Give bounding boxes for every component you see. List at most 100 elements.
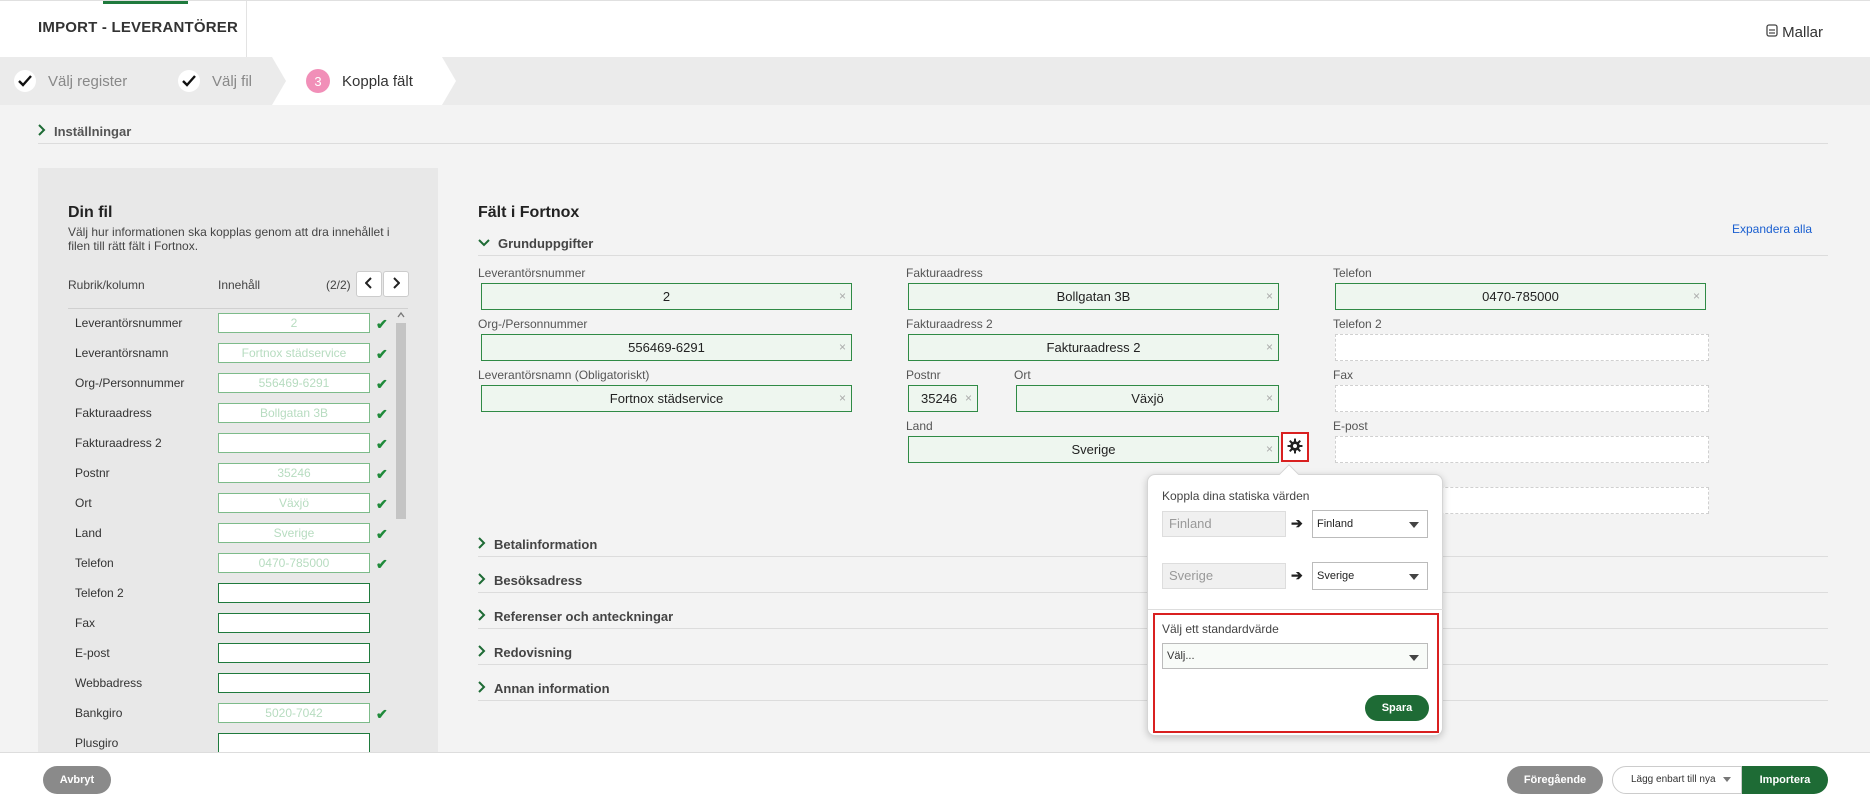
previous-button[interactable]: Föregående — [1507, 766, 1603, 794]
previous-page-button[interactable] — [356, 271, 382, 297]
file-column-row[interactable]: Leverantörsnamn Fortnox städservice ✔ — [68, 339, 398, 369]
city-field[interactable]: Växjö × — [1016, 385, 1279, 412]
postal-code-field[interactable]: 35246 × — [908, 385, 978, 412]
page-title: IMPORT - LEVERANTÖRER — [38, 19, 239, 36]
invoice-address-field[interactable]: Bollgatan 3B × — [908, 283, 1279, 310]
clear-icon[interactable]: × — [1266, 437, 1273, 462]
file-column-row[interactable]: Land Sverige ✔ — [68, 519, 398, 549]
file-column-row[interactable]: Fax — [68, 609, 398, 639]
file-column-row[interactable]: Ort Växjö ✔ — [68, 489, 398, 519]
import-button[interactable]: Importera — [1742, 766, 1828, 794]
column-content-chip[interactable]: 35246 — [218, 463, 370, 483]
column-name: Fax — [75, 616, 96, 630]
import-mode-select[interactable]: Lägg enbart till nya — [1612, 766, 1742, 794]
column-name: Bankgiro — [75, 706, 123, 720]
mapped-check-icon: ✔ — [376, 316, 388, 332]
section-label: Besöksadress — [494, 573, 583, 588]
scroll-up-icon[interactable] — [396, 311, 406, 319]
clear-icon[interactable]: × — [1266, 284, 1273, 309]
clear-icon[interactable]: × — [1693, 284, 1700, 309]
file-column-row[interactable]: Fakturaadress Bollgatan 3B ✔ — [68, 399, 398, 429]
invoice-address2-field[interactable]: Fakturaadress 2 × — [908, 334, 1279, 361]
clear-icon[interactable]: × — [839, 335, 846, 360]
popover-arrow — [1279, 464, 1299, 484]
static-source-value: Sverige — [1162, 563, 1286, 589]
file-column-row[interactable]: Org-/Personnummer 556469-6291 ✔ — [68, 369, 398, 399]
column-content-chip[interactable] — [218, 433, 370, 453]
caret-down-icon — [1723, 777, 1731, 782]
your-file-description: Välj hur informationen ska kopplas genom… — [68, 225, 390, 253]
file-column-row[interactable]: Webbadress — [68, 669, 398, 699]
clear-icon[interactable]: × — [839, 386, 846, 411]
your-file-panel: Din fil Välj hur informationen ska koppl… — [38, 168, 438, 758]
section-label: Redovisning — [494, 645, 573, 660]
step-number-badge: 3 — [306, 69, 330, 93]
field-label-supplier-number: Leverantörsnummer — [478, 266, 586, 280]
clear-icon[interactable]: × — [1266, 335, 1273, 360]
field-label-phone: Telefon — [1333, 266, 1372, 280]
clear-icon[interactable]: × — [965, 386, 972, 411]
step-map-fields[interactable]: 3 Koppla fält — [272, 57, 456, 105]
fortnox-fields-title: Fält i Fortnox — [478, 204, 580, 221]
default-value-select[interactable]: Välj... — [1162, 643, 1428, 669]
column-content-chip[interactable] — [218, 643, 370, 663]
column-content-chip[interactable]: 2 — [218, 313, 370, 333]
column-content-chip[interactable] — [218, 733, 370, 753]
mapped-check-icon: ✔ — [376, 556, 388, 572]
chevron-right-icon — [478, 537, 486, 552]
expand-all-link[interactable]: Expandera alla — [1732, 222, 1812, 236]
step-choose-file[interactable]: Välj fil — [178, 57, 252, 105]
scrollbar-thumb[interactable] — [396, 323, 406, 519]
phone-field[interactable]: 0470-785000 × — [1335, 283, 1706, 310]
file-column-row[interactable]: Telefon 2 — [68, 579, 398, 609]
country-field[interactable]: Sverige × — [908, 436, 1279, 463]
column-content-chip[interactable]: 0470-785000 — [218, 553, 370, 573]
column-name: Leverantörsnamn — [75, 346, 169, 360]
file-column-row[interactable]: Telefon 0470-785000 ✔ — [68, 549, 398, 579]
clear-icon[interactable]: × — [839, 284, 846, 309]
phone2-drop-target[interactable] — [1335, 334, 1709, 361]
static-values-settings-button[interactable] — [1281, 432, 1309, 462]
column-content-chip[interactable]: Sverige — [218, 523, 370, 543]
email-drop-target[interactable] — [1335, 436, 1709, 463]
column-content-chip[interactable] — [218, 613, 370, 633]
column-content-chip[interactable]: Fortnox städservice — [218, 343, 370, 363]
default-value-label: Välj ett standardvärde — [1162, 622, 1279, 636]
supplier-name-field[interactable]: Fortnox städservice × — [481, 385, 852, 412]
column-content-chip[interactable]: 556469-6291 — [218, 373, 370, 393]
clear-icon[interactable]: × — [1266, 386, 1273, 411]
caret-down-icon — [1409, 655, 1419, 661]
file-column-row[interactable]: Bankgiro 5020-7042 ✔ — [68, 699, 398, 729]
column-content-chip[interactable]: 5020-7042 — [218, 703, 370, 723]
field-label-supplier-name: Leverantörsnamn (Obligatoriskt) — [478, 368, 650, 382]
file-column-row[interactable]: Leverantörsnummer 2 ✔ — [68, 309, 398, 339]
column-content-chip[interactable]: Bollgatan 3B — [218, 403, 370, 423]
next-page-button[interactable] — [383, 271, 409, 297]
save-button[interactable]: Spara — [1365, 695, 1429, 721]
list-scrollbar[interactable] — [396, 311, 406, 751]
settings-toggle[interactable]: Inställningar — [38, 124, 1828, 144]
section-label: Grunduppgifter — [498, 236, 594, 251]
supplier-number-field[interactable]: 2 × — [481, 283, 852, 310]
field-value: Sverige — [1071, 442, 1116, 457]
templates-button[interactable]: Mallar — [1765, 23, 1823, 41]
field-label-postal-code: Postnr — [906, 368, 941, 382]
cancel-button[interactable]: Avbryt — [43, 766, 111, 794]
column-name: Webbadress — [75, 676, 143, 690]
org-number-field[interactable]: 556469-6291 × — [481, 334, 852, 361]
static-target-select[interactable]: Sverige — [1312, 562, 1428, 590]
column-content-chip[interactable]: Växjö — [218, 493, 370, 513]
section-basic-info[interactable]: Grunduppgifter — [478, 236, 1828, 256]
step-choose-register[interactable]: Välj register — [14, 57, 127, 105]
chevron-right-icon — [478, 573, 486, 588]
fax-drop-target[interactable] — [1335, 385, 1709, 412]
column-content-chip[interactable] — [218, 583, 370, 603]
file-column-row[interactable]: E-post — [68, 639, 398, 669]
templates-label: Mallar — [1782, 23, 1823, 41]
static-target-select[interactable]: Finland — [1312, 510, 1428, 538]
column-content-chip[interactable] — [218, 673, 370, 693]
file-column-row[interactable]: Fakturaadress 2 ✔ — [68, 429, 398, 459]
field-label-invoice-address2: Fakturaadress 2 — [906, 317, 993, 331]
popover-title: Koppla dina statiska värden — [1162, 489, 1310, 503]
file-column-row[interactable]: Postnr 35246 ✔ — [68, 459, 398, 489]
